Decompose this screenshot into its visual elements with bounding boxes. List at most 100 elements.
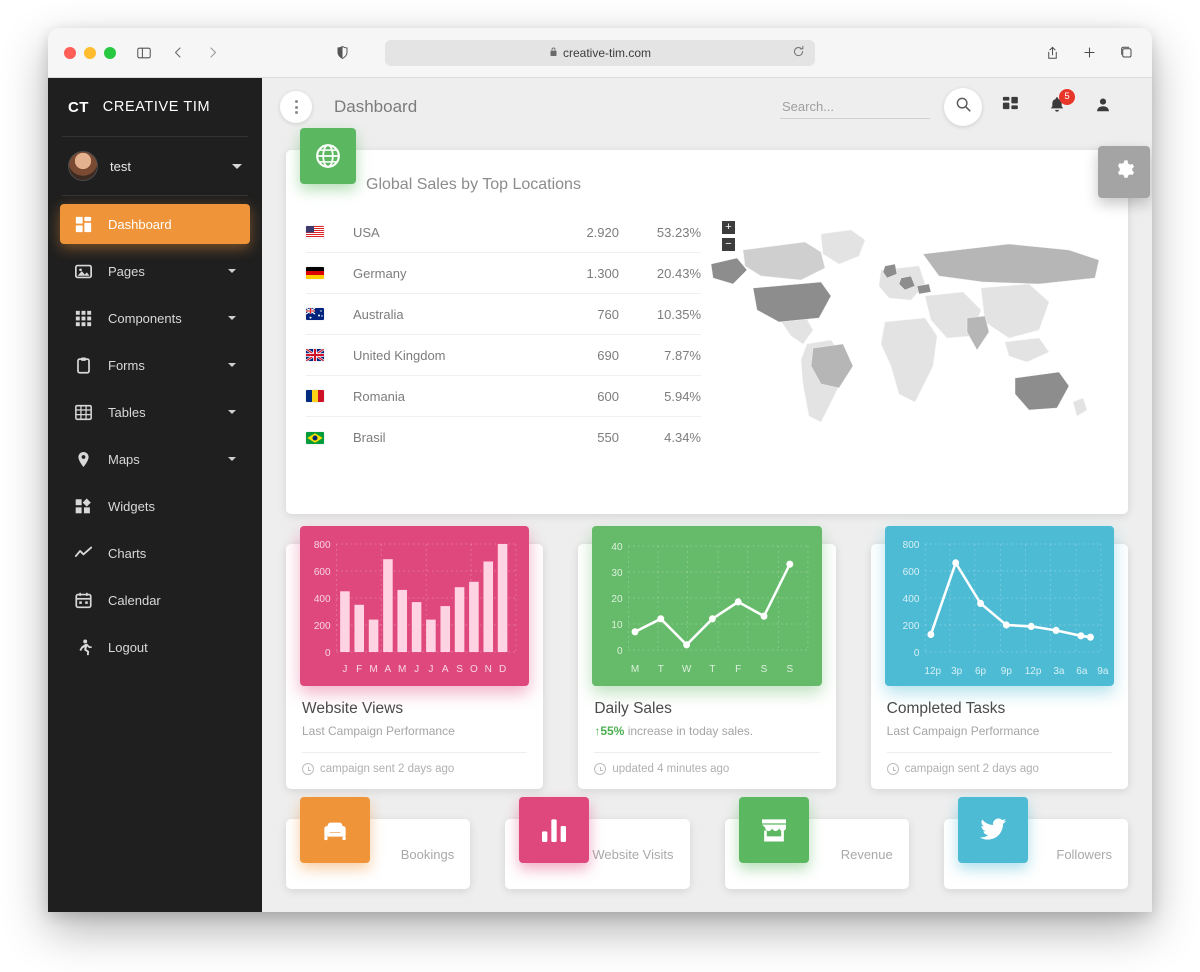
subtitle-text: increase in today sales. (624, 724, 754, 738)
address-bar[interactable]: creative-tim.com (385, 39, 815, 66)
map-zoom-in-button[interactable]: + (721, 220, 736, 235)
chevron-down-icon (228, 457, 236, 461)
gear-icon (1114, 159, 1135, 185)
app-topbar: Dashboard Search... 5 (262, 78, 1152, 136)
country-value: 600 (597, 388, 619, 404)
clock-icon (594, 763, 607, 775)
sidebar-item-dashboard[interactable]: Dashboard (60, 204, 250, 244)
close-window-button[interactable] (64, 46, 76, 59)
globe-icon (300, 128, 356, 184)
completed-tasks-chart[interactable]: 800 600 400 200 0 12p 3p 6p 9p 12p 3a 6a… (884, 526, 1114, 686)
table-row[interactable]: Australia 760 10.35% (306, 294, 701, 335)
svg-text:800: 800 (902, 540, 919, 551)
revenue-card[interactable]: Revenue (724, 797, 909, 889)
daily-sales-chart[interactable]: 40 30 20 10 0 M T W T F S S (592, 526, 822, 686)
country-pct: 7.87% (664, 347, 701, 363)
apps-grid-button[interactable] (994, 90, 1028, 124)
chevron-down-icon (232, 163, 242, 169)
sidebar-item-pages[interactable]: Pages (60, 251, 250, 291)
country-name: Brasil (353, 430, 386, 445)
sidebar-item-label: Dashboard (108, 216, 172, 232)
settings-button[interactable] (1098, 146, 1150, 198)
table-row[interactable]: United Kingdom 690 7.87% (306, 335, 701, 376)
tab-overview-icon[interactable] (1116, 43, 1136, 63)
svg-text:400: 400 (902, 594, 919, 605)
website-views-chart[interactable]: 800 600 400 200 0 J F M A M J J A S O N … (300, 526, 530, 686)
sidebar-toggle-icon[interactable] (134, 43, 154, 63)
followers-card[interactable]: Followers (943, 797, 1128, 889)
country-name: USA (353, 224, 380, 240)
sidebar-item-label: Pages (108, 263, 145, 279)
logout-run-icon (74, 638, 92, 656)
bookings-card[interactable]: Bookings (286, 797, 471, 889)
grid-dots-icon (74, 309, 92, 327)
svg-text:S: S (761, 664, 768, 675)
sidebar-item-components[interactable]: Components (60, 298, 250, 338)
sofa-icon (300, 797, 370, 863)
maximize-window-button[interactable] (104, 46, 116, 59)
twitter-icon (957, 797, 1028, 863)
world-map[interactable] (709, 226, 1109, 448)
user-menu[interactable]: test (48, 137, 262, 195)
website-visits-card[interactable]: Website Visits (505, 797, 690, 889)
search-icon (955, 96, 972, 118)
profile-button[interactable] (1086, 90, 1120, 124)
back-arrow-icon[interactable] (168, 43, 188, 63)
daily-sales-meta: Daily Sales ↑55% increase in today sales… (578, 686, 835, 738)
search-button[interactable] (944, 88, 982, 126)
sidebar-item-forms[interactable]: Forms (60, 345, 250, 385)
svg-text:A: A (442, 664, 449, 675)
search-input[interactable] (780, 95, 930, 119)
table-row[interactable]: Germany 1.300 20.43% (306, 253, 701, 294)
stat-label: Followers (1056, 846, 1112, 862)
table-row[interactable]: Brasil 550 4.34% (306, 417, 701, 458)
sidebar-item-logout[interactable]: Logout (60, 627, 250, 667)
svg-text:0: 0 (913, 648, 919, 659)
chevron-down-icon (228, 316, 236, 320)
brand-mark: CT (68, 98, 89, 116)
browser-titlebar: creative-tim.com (48, 28, 1152, 78)
sidebar-item-label: Components (108, 310, 182, 326)
svg-text:0: 0 (325, 648, 331, 659)
sidebar-item-maps[interactable]: Maps (60, 439, 250, 479)
completed-tasks-meta: Completed Tasks Last Campaign Performanc… (871, 686, 1128, 738)
chart-cards-row: 800 600 400 200 0 J F M A M J J A S O N … (286, 526, 1128, 789)
completed-tasks-card: 800 600 400 200 0 12p 3p 6p 9p 12p 3a 6a… (870, 526, 1128, 789)
table-row[interactable]: Romania 600 5.94% (306, 376, 701, 417)
minimize-window-button[interactable] (84, 46, 96, 59)
svg-text:9a: 9a (1097, 666, 1108, 677)
privacy-shield-icon[interactable] (332, 43, 352, 63)
map-pin-icon (74, 450, 92, 468)
browser-nav-icons (134, 43, 222, 63)
chevron-down-icon (228, 269, 236, 273)
svg-text:600: 600 (314, 567, 331, 578)
map-zoom-out-button[interactable]: − (721, 237, 736, 252)
flag-uk (306, 349, 324, 361)
apps-grid-icon (1002, 96, 1020, 119)
svg-text:10: 10 (612, 620, 623, 631)
svg-text:S: S (456, 664, 463, 675)
share-icon[interactable] (1042, 43, 1062, 63)
card-subtitle: ↑55% increase in today sales. (594, 724, 819, 738)
reload-icon[interactable] (792, 45, 805, 61)
country-pct: 4.34% (664, 430, 701, 445)
browser-window: creative-tim.com CT CREATIVE TIM test Da… (48, 28, 1152, 912)
svg-text:30: 30 (612, 568, 623, 579)
notifications-button[interactable]: 5 (1040, 89, 1075, 124)
clock-icon (302, 763, 314, 775)
sidebar-item-calendar[interactable]: Calendar (60, 580, 250, 620)
plus-icon[interactable] (1079, 43, 1099, 63)
footer-text: updated 4 minutes ago (612, 763, 730, 775)
brand[interactable]: CT CREATIVE TIM (48, 78, 262, 136)
svg-text:F: F (735, 664, 741, 675)
sidebar-item-widgets[interactable]: Widgets (60, 486, 250, 526)
country-name: Germany (353, 265, 407, 281)
forward-arrow-icon[interactable] (202, 43, 222, 63)
table-row[interactable]: USA 2.920 53.23% (306, 212, 701, 253)
sidebar-item-tables[interactable]: Tables (60, 392, 250, 432)
daily-sales-card: 40 30 20 10 0 M T W T F S S Daily Sales … (578, 526, 836, 789)
kebab-menu-icon[interactable] (280, 91, 312, 123)
store-icon (738, 797, 809, 863)
country-name: Romania (353, 388, 406, 404)
sidebar-item-charts[interactable]: Charts (60, 533, 250, 573)
